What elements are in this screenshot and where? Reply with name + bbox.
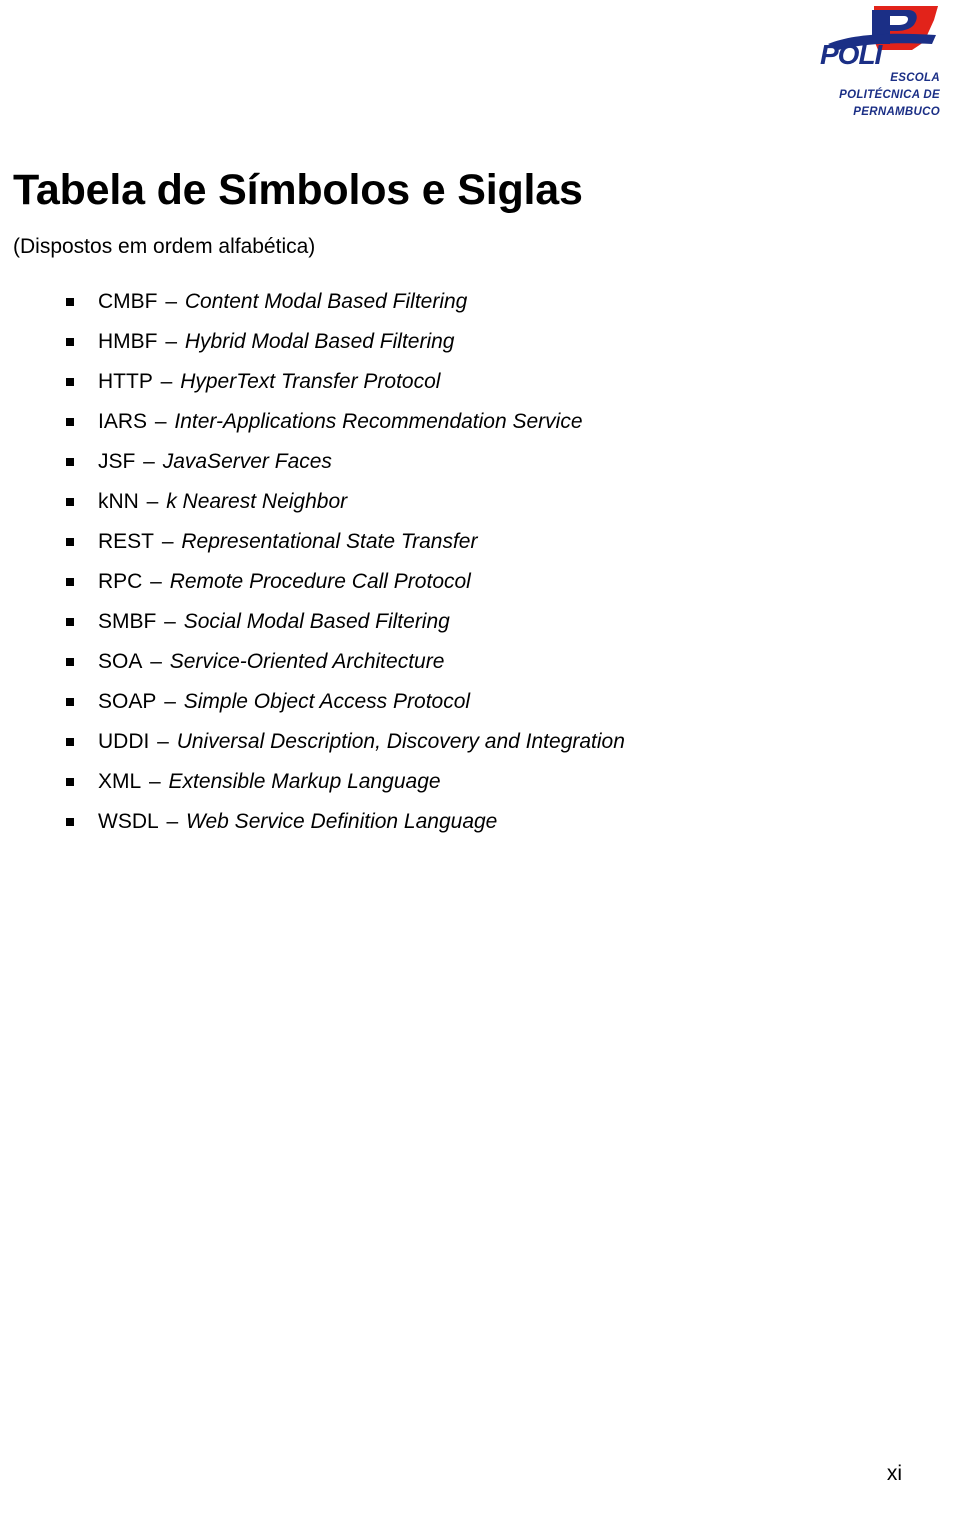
acronym-term: UDDI bbox=[98, 730, 150, 753]
acronym-definition: JavaServer Faces bbox=[162, 450, 332, 473]
list-item: RPC – Remote Procedure Call Protocol bbox=[0, 562, 900, 602]
acronym-definition: Inter-Applications Recommendation Servic… bbox=[174, 410, 583, 433]
square-bullet-icon bbox=[66, 738, 74, 746]
acronym-definition: k Nearest Neighbor bbox=[166, 490, 348, 513]
page-subtitle: (Dispostos em ordem alfabética) bbox=[13, 235, 316, 258]
acronym-definition: Representational State Transfer bbox=[181, 530, 478, 553]
list-item: HMBF – Hybrid Modal Based Filtering bbox=[0, 322, 900, 362]
acronym-definition: Social Modal Based Filtering bbox=[183, 610, 450, 633]
square-bullet-icon bbox=[66, 298, 74, 306]
list-item: CMBF – Content Modal Based Filtering bbox=[0, 282, 900, 322]
acronym-separator: – bbox=[154, 370, 179, 393]
institution-line-1: ESCOLA bbox=[890, 72, 940, 84]
acronym-definition: Simple Object Access Protocol bbox=[183, 690, 471, 713]
list-item: REST – Representational State Transfer bbox=[0, 522, 900, 562]
acronym-term: WSDL bbox=[98, 810, 159, 833]
institution-line-2: POLITÉCNICA DE bbox=[839, 89, 940, 101]
acronym-separator: – bbox=[158, 610, 182, 633]
acronym-term: XML bbox=[98, 770, 142, 793]
page-number: xi bbox=[886, 1462, 902, 1485]
acronym-definition: Content Modal Based Filtering bbox=[184, 290, 468, 313]
poli-logo-icon: POLI bbox=[812, 4, 942, 66]
list-item: kNN – k Nearest Neighbor bbox=[0, 482, 900, 522]
acronym-definition: HyperText Transfer Protocol bbox=[180, 370, 441, 393]
acronym-definition: Universal Description, Discovery and Int… bbox=[176, 730, 625, 753]
acronym-separator: – bbox=[151, 730, 175, 753]
acronym-separator: – bbox=[149, 410, 173, 433]
square-bullet-icon bbox=[66, 338, 74, 346]
acronym-term: IARS bbox=[98, 410, 148, 433]
acronym-definition: Web Service Definition Language bbox=[186, 810, 498, 833]
list-item: JSF – JavaServer Faces bbox=[0, 442, 900, 482]
square-bullet-icon bbox=[66, 378, 74, 386]
list-item: IARS – Inter-Applications Recommendation… bbox=[0, 402, 900, 442]
acronym-term: SOAP bbox=[98, 690, 157, 713]
acronym-separator: – bbox=[158, 690, 182, 713]
acronym-list: CMBF – Content Modal Based Filtering HMBF… bbox=[0, 282, 900, 842]
page-title: Tabela de Símbolos e Siglas bbox=[13, 165, 583, 214]
square-bullet-icon bbox=[66, 818, 74, 826]
acronym-separator: – bbox=[143, 770, 167, 793]
acronym-separator: – bbox=[144, 570, 168, 593]
list-item: SOAP – Simple Object Access Protocol bbox=[0, 682, 900, 722]
square-bullet-icon bbox=[66, 418, 74, 426]
square-bullet-icon bbox=[66, 498, 74, 506]
square-bullet-icon bbox=[66, 658, 74, 666]
square-bullet-icon bbox=[66, 778, 74, 786]
acronym-term: CMBF bbox=[98, 290, 158, 313]
acronym-separator: – bbox=[140, 490, 165, 513]
acronym-term: JSF bbox=[98, 450, 136, 473]
square-bullet-icon bbox=[66, 698, 74, 706]
list-item: UDDI – Universal Description, Discovery … bbox=[0, 722, 900, 762]
list-item: HTTP – HyperText Transfer Protocol bbox=[0, 362, 900, 402]
square-bullet-icon bbox=[66, 538, 74, 546]
acronym-separator: – bbox=[156, 530, 180, 553]
acronym-term: HTTP bbox=[98, 370, 153, 393]
square-bullet-icon bbox=[66, 458, 74, 466]
acronym-separator: – bbox=[137, 450, 161, 473]
acronym-definition: Remote Procedure Call Protocol bbox=[169, 570, 471, 593]
list-item: SMBF – Social Modal Based Filtering bbox=[0, 602, 900, 642]
institution-name: ESCOLA POLITÉCNICA DE PERNAMBUCO bbox=[804, 70, 956, 121]
acronym-term: kNN bbox=[98, 490, 139, 513]
acronym-term: RPC bbox=[98, 570, 143, 593]
acronym-term: HMBF bbox=[98, 330, 158, 353]
square-bullet-icon bbox=[66, 578, 74, 586]
acronym-separator: – bbox=[144, 650, 168, 673]
acronym-definition: Service-Oriented Architecture bbox=[169, 650, 445, 673]
acronym-term: SOA bbox=[98, 650, 143, 673]
acronym-separator: – bbox=[160, 810, 185, 833]
list-item: WSDL – Web Service Definition Language bbox=[0, 802, 900, 842]
acronym-term: SMBF bbox=[98, 610, 157, 633]
acronym-separator: – bbox=[159, 330, 183, 353]
acronym-separator: – bbox=[159, 290, 183, 313]
document-page: POLI ESCOLA POLITÉCNICA DE PERNAMBUCO Ta… bbox=[0, 0, 960, 1515]
acronym-definition: Extensible Markup Language bbox=[168, 770, 441, 793]
institution-line-3: PERNAMBUCO bbox=[853, 106, 940, 118]
acronym-term: REST bbox=[98, 530, 155, 553]
list-item: XML – Extensible Markup Language bbox=[0, 762, 900, 802]
list-item: SOA – Service-Oriented Architecture bbox=[0, 642, 900, 682]
acronym-definition: Hybrid Modal Based Filtering bbox=[184, 330, 455, 353]
institution-logo: POLI ESCOLA POLITÉCNICA DE PERNAMBUCO bbox=[804, 4, 956, 136]
svg-text:POLI: POLI bbox=[820, 39, 884, 66]
square-bullet-icon bbox=[66, 618, 74, 626]
